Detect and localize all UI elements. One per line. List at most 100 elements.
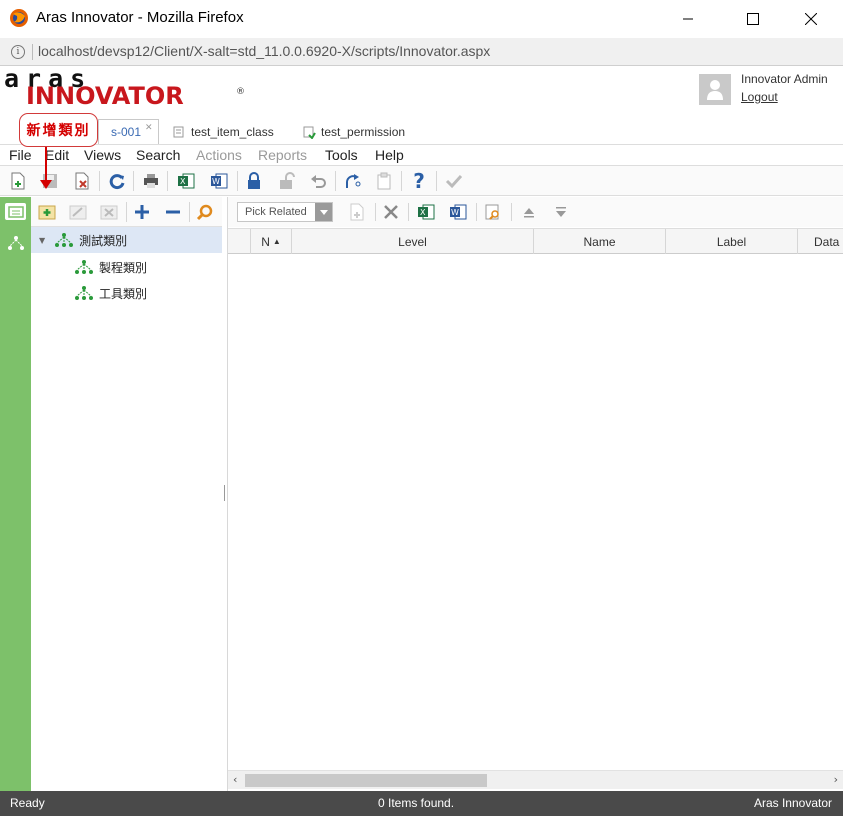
tree-node-child[interactable]: 工具類別 (31, 280, 222, 306)
annotation-arrow-head (40, 180, 52, 189)
site-info-icon[interactable]: i (11, 45, 25, 59)
toolbar-separator (401, 171, 402, 191)
menu-actions[interactable]: Actions (196, 147, 242, 163)
scrollbar-thumb[interactable] (245, 774, 487, 787)
chevron-down-icon[interactable] (315, 203, 332, 221)
toolbar-separator (133, 171, 134, 191)
find-relationship-icon[interactable] (482, 201, 504, 223)
relationship-toolbar: Pick Related X W (228, 197, 843, 227)
column-header-level[interactable]: Level (292, 229, 534, 254)
lock-icon[interactable] (243, 170, 265, 192)
tab-current[interactable]: s-001 ✕ (98, 119, 159, 144)
menu-search[interactable]: Search (136, 147, 180, 163)
promote-icon[interactable] (341, 170, 363, 192)
menu-reports[interactable]: Reports (258, 147, 307, 163)
row-selector-column[interactable] (228, 229, 251, 254)
done-icon[interactable] (443, 170, 465, 192)
tab-test-permission[interactable]: test_permission (302, 119, 422, 144)
menu-edit[interactable]: Edit (45, 147, 69, 163)
toolbar-separator (511, 203, 512, 221)
tree-node-root[interactable]: ▼ 測試類別 (31, 227, 222, 253)
expand-all-icon[interactable] (131, 201, 153, 223)
close-icon[interactable]: ✕ (145, 122, 153, 133)
column-label: N (261, 234, 270, 249)
scroll-right-icon[interactable]: › (834, 773, 838, 786)
excel-icon[interactable]: X (415, 201, 437, 223)
column-header-number[interactable]: N ▲ (251, 229, 292, 254)
unlock-icon[interactable] (275, 170, 297, 192)
status-right: Aras Innovator (753, 796, 832, 810)
annotation-text: 新增類別 (26, 123, 91, 139)
column-label: Level (398, 234, 427, 249)
toolbar-separator (126, 202, 127, 222)
tree-toolbar (31, 197, 222, 227)
word-icon[interactable]: W (208, 170, 230, 192)
collapse-all-icon[interactable] (162, 201, 184, 223)
firefox-icon (9, 8, 29, 28)
tree-node-label: 工具類別 (99, 286, 148, 301)
menu-help[interactable]: Help (375, 147, 404, 163)
menu-tools[interactable]: Tools (325, 147, 358, 163)
column-header-data[interactable]: Data (798, 229, 843, 254)
move-up-icon[interactable] (518, 201, 540, 223)
toggle-form-icon[interactable] (5, 203, 26, 220)
avatar[interactable] (699, 74, 731, 105)
column-header-name[interactable]: Name (534, 229, 666, 254)
close-window-button[interactable] (788, 0, 834, 38)
maximize-button[interactable] (730, 0, 776, 38)
status-bar: Ready 0 Items found. Aras Innovator (0, 791, 843, 816)
horizontal-scrollbar[interactable]: ‹ › (228, 770, 843, 789)
class-node-icon (55, 233, 74, 247)
toolbar-separator (167, 171, 168, 191)
pick-related-select[interactable]: Pick Related (237, 202, 333, 222)
relationship-grid-body[interactable] (228, 254, 843, 770)
toolbar-separator (375, 203, 376, 221)
new-item-icon[interactable] (7, 170, 29, 192)
delete-icon[interactable] (71, 170, 93, 192)
splitter-grip[interactable] (224, 485, 225, 501)
minimize-button[interactable] (665, 0, 711, 38)
pick-related-label: Pick Related (245, 206, 307, 218)
delete-relationship-icon[interactable] (380, 201, 402, 223)
class-structure-icon[interactable] (7, 235, 25, 254)
toolbar-separator (335, 171, 336, 191)
collapse-arrow-icon[interactable]: ▼ (39, 236, 45, 245)
item-class-icon (173, 126, 184, 137)
scroll-left-icon[interactable]: ‹ (233, 773, 237, 786)
menu-views[interactable]: Views (84, 147, 121, 163)
help-icon[interactable]: ? (408, 169, 430, 193)
svg-text:W: W (212, 177, 220, 186)
tab-test-item-class[interactable]: test_item_class (172, 119, 292, 144)
clipboard-icon[interactable] (373, 170, 395, 192)
menu-bar: File Edit Views Search Actions Reports T… (0, 144, 843, 166)
word-icon[interactable]: W (447, 201, 469, 223)
annotation-callout: 新增類別 (19, 113, 98, 147)
logout-link[interactable]: Logout (741, 90, 778, 104)
window-title: Aras Innovator - Mozilla Firefox (36, 9, 244, 26)
new-relationship-icon[interactable] (346, 201, 368, 223)
edit-class-icon[interactable] (67, 201, 89, 223)
menu-file[interactable]: File (9, 147, 32, 163)
move-down-icon[interactable] (550, 201, 572, 223)
address-separator (32, 44, 33, 60)
address-bar[interactable]: i localhost/devsp12/Client/X-salt=std_11… (0, 38, 843, 66)
toolbar-separator (237, 171, 238, 191)
toolbar-separator (476, 203, 477, 221)
undo-icon[interactable] (307, 170, 329, 192)
column-label: Label (716, 234, 747, 249)
side-strip (0, 197, 31, 791)
sort-ascending-icon: ▲ (272, 237, 281, 246)
search-icon[interactable] (194, 201, 216, 223)
user-name: Innovator Admin (741, 72, 828, 86)
print-icon[interactable] (140, 170, 162, 192)
excel-icon[interactable]: X (175, 170, 197, 192)
tree-node-child[interactable]: 製程類別 (31, 254, 222, 280)
window-titlebar: Aras Innovator - Mozilla Firefox (0, 0, 843, 38)
url-text[interactable]: localhost/devsp12/Client/X-salt=std_11.0… (38, 43, 490, 59)
column-header-label[interactable]: Label (666, 229, 798, 254)
refresh-icon[interactable] (106, 170, 128, 192)
logo-registered-mark: ® (236, 87, 245, 97)
class-node-icon (75, 260, 93, 274)
add-class-icon[interactable] (36, 201, 58, 223)
remove-class-icon[interactable] (98, 201, 120, 223)
